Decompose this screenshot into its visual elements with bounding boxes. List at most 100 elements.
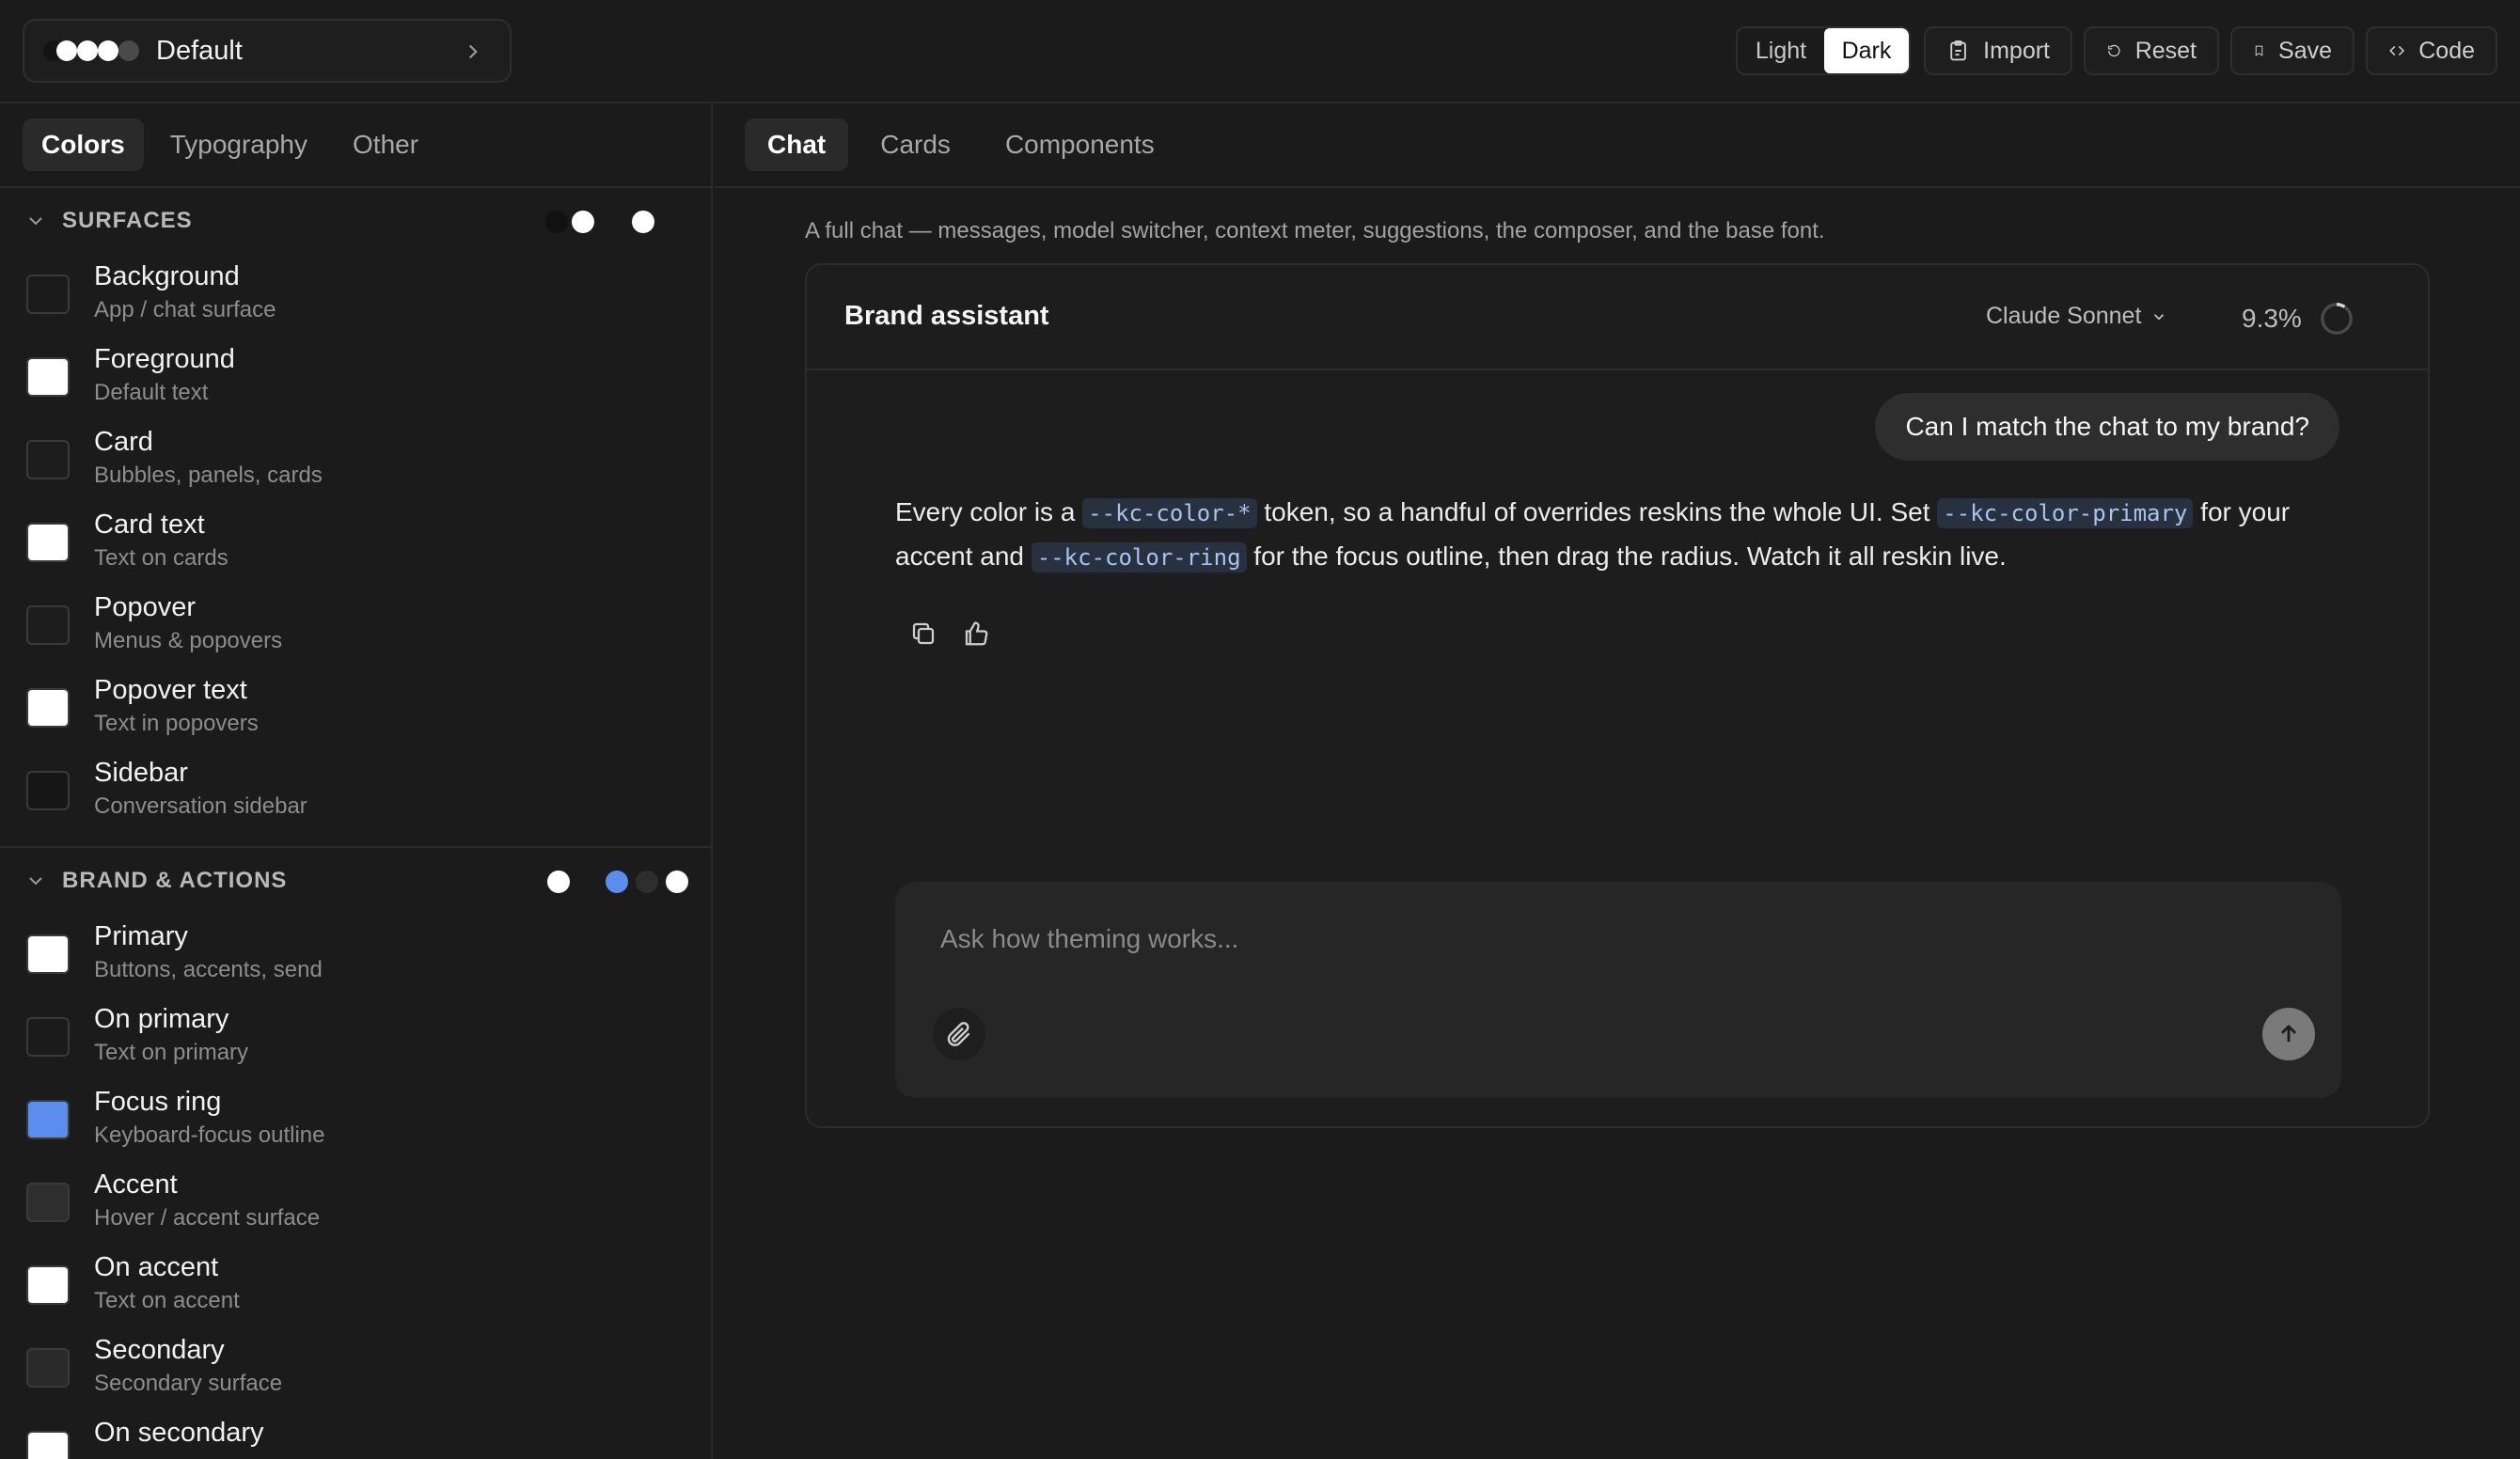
token-code: --kc-color-ring bbox=[1031, 542, 1247, 573]
color-swatch[interactable] bbox=[26, 688, 70, 728]
preview-tabs: Chat Cards Components bbox=[715, 103, 2520, 188]
mode-light-button[interactable]: Light bbox=[1738, 28, 1824, 73]
token-code: --kc-color-primary bbox=[1937, 498, 2194, 528]
color-swatch[interactable] bbox=[26, 605, 70, 645]
preview-dot bbox=[545, 211, 568, 233]
token-background[interactable]: Background App / chat surface bbox=[26, 261, 685, 337]
token-on-accent[interactable]: On accent Text on accent bbox=[26, 1252, 685, 1327]
token-code: --kc-color-* bbox=[1082, 498, 1257, 528]
token-name: Card text bbox=[94, 510, 205, 540]
tab-colors[interactable]: Colors bbox=[23, 118, 144, 171]
preview-dot bbox=[666, 871, 688, 893]
color-swatch[interactable] bbox=[26, 357, 70, 397]
token-card[interactable]: Card Bubbles, panels, cards bbox=[26, 427, 685, 502]
color-swatch[interactable] bbox=[26, 934, 70, 974]
token-on-secondary[interactable]: On secondary bbox=[26, 1418, 685, 1459]
token-focus-ring[interactable]: Focus ring Keyboard-focus outline bbox=[26, 1087, 685, 1162]
attach-button[interactable] bbox=[933, 1008, 985, 1060]
token-name: On primary bbox=[94, 1004, 229, 1034]
context-ring-icon bbox=[2320, 303, 2353, 335]
chevron-down-icon bbox=[2154, 313, 2165, 321]
token-desc: App / chat surface bbox=[94, 297, 276, 322]
token-name: Primary bbox=[94, 921, 188, 951]
token-accent[interactable]: Accent Hover / accent surface bbox=[26, 1169, 685, 1245]
send-button[interactable] bbox=[2262, 1008, 2315, 1060]
token-desc: Secondary surface bbox=[94, 1371, 283, 1396]
composer bbox=[895, 882, 2341, 1098]
tab-typography[interactable]: Typography bbox=[151, 118, 326, 171]
preview-dot bbox=[572, 211, 594, 233]
token-secondary[interactable]: Secondary Secondary surface bbox=[26, 1335, 685, 1410]
token-popover[interactable]: Popover Menus & popovers bbox=[26, 592, 685, 667]
token-desc: Text in popovers bbox=[94, 711, 259, 736]
message-actions bbox=[905, 615, 1010, 652]
token-desc: Text on primary bbox=[94, 1040, 249, 1065]
token-name: Accent bbox=[94, 1169, 178, 1200]
message-input[interactable] bbox=[940, 916, 2163, 963]
chevron-down-icon bbox=[29, 877, 42, 886]
copy-icon bbox=[912, 622, 935, 645]
theme-name: Default bbox=[156, 35, 243, 66]
bookmark-icon bbox=[2255, 45, 2263, 56]
chat-header: Brand assistant Claude Sonnet 9.3% bbox=[807, 265, 2428, 370]
clipboard-icon bbox=[1950, 40, 1966, 61]
chevron-down-icon bbox=[29, 217, 42, 226]
token-desc: Menus & popovers bbox=[94, 628, 283, 653]
color-swatch[interactable] bbox=[26, 1100, 70, 1139]
section-title: BRAND & ACTIONS bbox=[62, 868, 288, 893]
theme-selector[interactable]: Default bbox=[23, 19, 512, 83]
code-icon bbox=[2389, 45, 2405, 56]
color-swatch[interactable] bbox=[26, 771, 70, 810]
tab-cards[interactable]: Cards bbox=[858, 118, 973, 171]
mode-toggle: Light Dark bbox=[1736, 26, 1911, 75]
color-swatch[interactable] bbox=[26, 1017, 70, 1057]
save-button[interactable]: Save bbox=[2230, 26, 2355, 75]
color-swatch[interactable] bbox=[26, 1183, 70, 1222]
token-on-primary[interactable]: On primary Text on primary bbox=[26, 1004, 685, 1079]
reset-button[interactable]: Reset bbox=[2084, 26, 2219, 75]
model-switcher[interactable]: Claude Sonnet bbox=[1986, 303, 2167, 330]
theme-dot bbox=[77, 40, 98, 61]
code-button[interactable]: Code bbox=[2366, 26, 2497, 75]
context-meter: 9.3% bbox=[2242, 301, 2355, 337]
arrow-up-icon bbox=[2281, 1024, 2296, 1043]
preview-dot bbox=[606, 871, 628, 893]
mode-dark-button[interactable]: Dark bbox=[1824, 28, 1909, 73]
color-swatch[interactable] bbox=[26, 1431, 70, 1459]
token-name: Sidebar bbox=[94, 758, 188, 788]
surfaces-preview-dots bbox=[545, 211, 668, 235]
save-label: Save bbox=[2278, 37, 2332, 64]
color-swatch[interactable] bbox=[26, 1348, 70, 1388]
tab-chat[interactable]: Chat bbox=[745, 118, 849, 171]
token-primary[interactable]: Primary Buttons, accents, send bbox=[26, 921, 685, 996]
copy-button[interactable] bbox=[905, 615, 942, 652]
import-button[interactable]: Import bbox=[1924, 26, 2072, 75]
token-popover-text[interactable]: Popover text Text in popovers bbox=[26, 675, 685, 750]
color-swatch[interactable] bbox=[26, 440, 70, 479]
tab-other[interactable]: Other bbox=[334, 118, 437, 171]
chat-title: Brand assistant bbox=[844, 301, 1049, 331]
editor-tabs: Colors Typography Other bbox=[0, 103, 711, 188]
token-name: Foreground bbox=[94, 344, 235, 374]
token-card-text[interactable]: Card text Text on cards bbox=[26, 510, 685, 585]
color-swatch[interactable] bbox=[26, 1265, 70, 1305]
surfaces-section-header[interactable]: SURFACES bbox=[0, 188, 711, 254]
token-sidebar[interactable]: Sidebar Conversation sidebar bbox=[26, 758, 685, 833]
thumbs-up-button[interactable] bbox=[957, 615, 995, 652]
thumbs-up-icon bbox=[965, 621, 988, 646]
color-swatch[interactable] bbox=[26, 275, 70, 314]
token-name: On secondary bbox=[94, 1418, 264, 1448]
reset-icon bbox=[2108, 44, 2120, 57]
preview-dot bbox=[547, 871, 570, 893]
code-label: Code bbox=[2418, 37, 2475, 64]
brand-section-header[interactable]: BRAND & ACTIONS bbox=[0, 848, 711, 914]
assistant-message: Every color is a --kc-color-* token, so … bbox=[895, 491, 2343, 579]
color-swatch[interactable] bbox=[26, 523, 70, 562]
token-desc: Hover / accent surface bbox=[94, 1205, 321, 1231]
token-name: Popover text bbox=[94, 675, 247, 705]
theme-dot bbox=[98, 40, 118, 61]
tab-components[interactable]: Components bbox=[983, 118, 1177, 171]
token-name: Popover bbox=[94, 592, 197, 622]
token-foreground[interactable]: Foreground Default text bbox=[26, 344, 685, 419]
import-label: Import bbox=[1983, 37, 2050, 64]
